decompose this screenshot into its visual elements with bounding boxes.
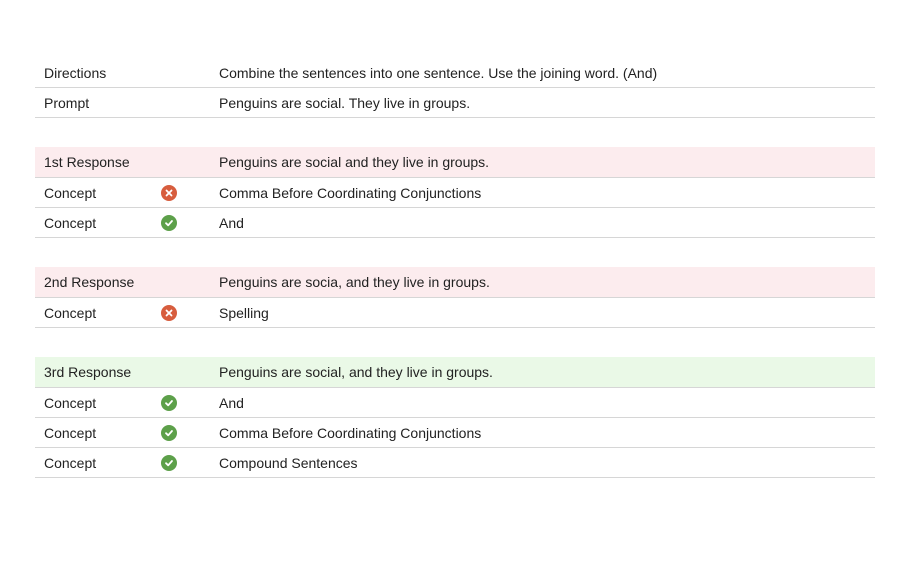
concept-row: Concept Spelling	[35, 298, 875, 328]
x-circle-icon	[161, 304, 177, 321]
response-text: Penguins are social and they live in gro…	[219, 154, 490, 170]
directions-text: Combine the sentences into one sentence.…	[219, 64, 658, 81]
response-header-row: 1st Response Penguins are social and the…	[35, 147, 875, 178]
concept-row: Concept Comma Before Coordinating Conjun…	[35, 418, 875, 448]
response-report: Directions Combine the sentences into on…	[35, 58, 875, 478]
x-circle-icon	[161, 184, 177, 201]
prompt-row: Prompt Penguins are social. They live in…	[35, 88, 875, 118]
concept-status-cell	[160, 184, 219, 201]
concept-name: Comma Before Coordinating Conjunctions	[219, 424, 482, 441]
concept-label: Concept	[44, 214, 97, 231]
response-header-row: 2nd Response Penguins are socia, and the…	[35, 267, 875, 298]
concept-status-cell	[160, 304, 219, 321]
concept-status-cell	[160, 424, 219, 441]
concept-name: And	[219, 394, 244, 411]
check-circle-icon	[161, 214, 177, 231]
check-circle-icon	[161, 424, 177, 441]
response-label: 3rd Response	[44, 364, 132, 380]
concept-row: Concept And	[35, 208, 875, 238]
concept-row: Concept And	[35, 388, 875, 418]
concept-label: Concept	[44, 184, 97, 201]
response-text: Penguins are social, and they live in gr…	[219, 364, 493, 380]
concept-row: Concept Compound Sentences	[35, 448, 875, 478]
concept-label: Concept	[44, 454, 97, 471]
concept-status-cell	[160, 454, 219, 471]
concept-name: Compound Sentences	[219, 454, 358, 471]
check-circle-icon	[161, 454, 177, 471]
response-label: 2nd Response	[44, 274, 135, 290]
concept-label: Concept	[44, 394, 97, 411]
check-circle-icon	[161, 394, 177, 411]
prompt-label: Prompt	[44, 94, 90, 111]
concept-label: Concept	[44, 424, 97, 441]
directions-label: Directions	[44, 64, 107, 81]
directions-row: Directions Combine the sentences into on…	[35, 58, 875, 88]
concept-name: Comma Before Coordinating Conjunctions	[219, 184, 482, 201]
concept-name: And	[219, 214, 244, 231]
concept-status-cell	[160, 394, 219, 411]
concept-status-cell	[160, 214, 219, 231]
concept-label: Concept	[44, 304, 97, 321]
concept-row: Concept Comma Before Coordinating Conjun…	[35, 178, 875, 208]
response-label: 1st Response	[44, 154, 130, 170]
concept-name: Spelling	[219, 304, 269, 321]
prompt-text: Penguins are social. They live in groups…	[219, 94, 471, 111]
response-text: Penguins are socia, and they live in gro…	[219, 274, 490, 290]
response-header-row: 3rd Response Penguins are social, and th…	[35, 357, 875, 388]
